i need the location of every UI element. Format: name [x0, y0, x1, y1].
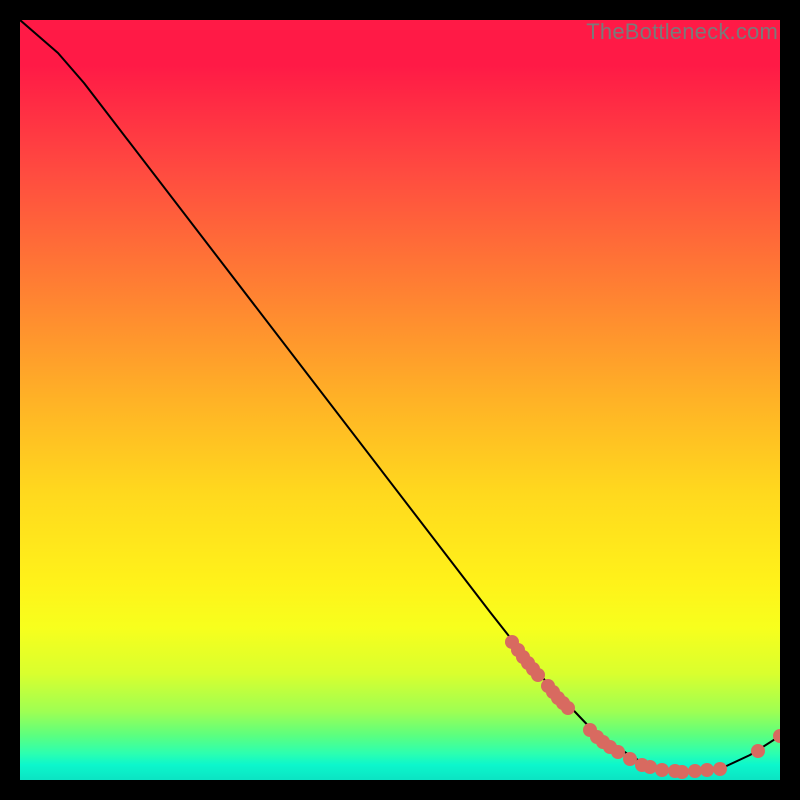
chart-stage: TheBottleneck.com	[0, 0, 800, 800]
data-marker	[556, 696, 570, 710]
data-marker	[713, 762, 727, 776]
data-marker	[700, 763, 714, 777]
data-marker	[751, 744, 765, 758]
data-marker	[668, 764, 682, 778]
data-marker	[521, 656, 535, 670]
data-marker	[643, 760, 657, 774]
data-marker	[611, 745, 625, 759]
data-marker	[773, 729, 780, 743]
data-marker	[546, 685, 560, 699]
data-marker	[541, 679, 555, 693]
data-marker	[603, 740, 617, 754]
data-marker	[516, 650, 530, 664]
data-marker	[675, 765, 689, 779]
data-marker	[590, 730, 604, 744]
data-marker	[561, 701, 575, 715]
data-marker	[531, 668, 545, 682]
data-marker	[551, 691, 565, 705]
data-marker	[526, 662, 540, 676]
curve-line	[20, 20, 780, 772]
chart-overlay-svg	[20, 20, 780, 780]
data-marker	[583, 723, 597, 737]
chart-plot-area: TheBottleneck.com	[20, 20, 780, 780]
data-marker	[635, 758, 649, 772]
data-marker	[511, 643, 525, 657]
marker-group	[505, 635, 780, 779]
data-marker	[688, 764, 702, 778]
data-marker	[655, 763, 669, 777]
data-marker	[623, 752, 637, 766]
data-marker	[505, 635, 519, 649]
watermark-text: TheBottleneck.com	[586, 19, 778, 45]
data-marker	[596, 735, 610, 749]
